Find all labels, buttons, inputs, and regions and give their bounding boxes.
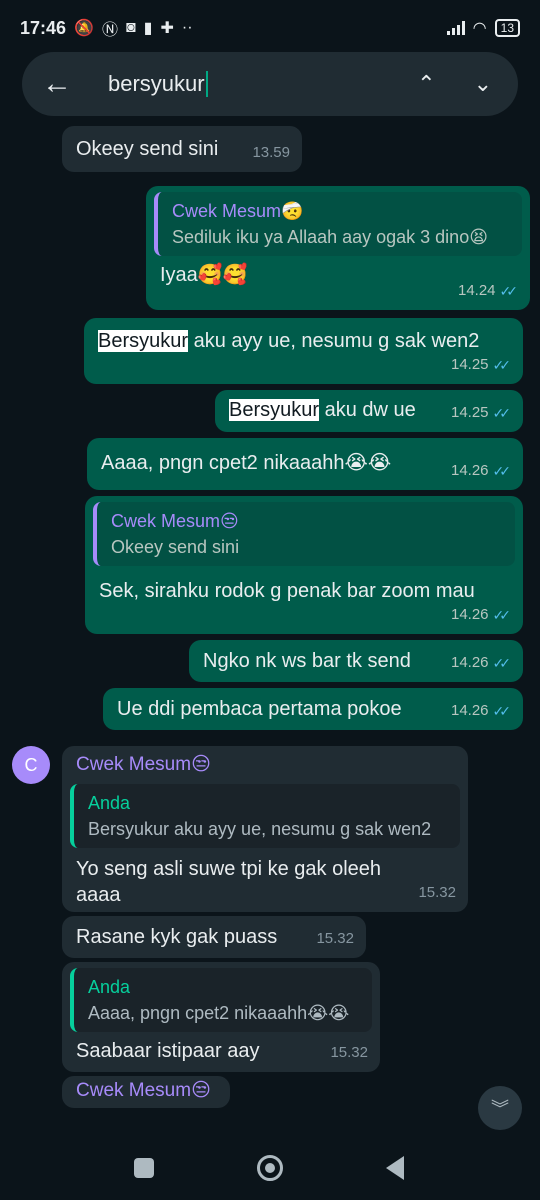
read-ticks-icon: ✓✓ — [492, 357, 512, 373]
quote-text: Sediluk iku ya Allaah aay ogak 3 dino😫 — [172, 227, 488, 247]
avatar[interactable]: C — [12, 746, 50, 784]
message-incoming[interactable]: Okeey send sini 13.59 — [62, 126, 302, 172]
message-time: 13.59 — [252, 144, 290, 161]
message-outgoing[interactable]: Cwek Mesum😒 Okeey send sini Sek, sirahku… — [85, 496, 523, 634]
message-time: 14.25 — [450, 404, 489, 421]
message-outgoing[interactable]: Bersyukur aku dw ue 14.25 ✓✓ — [215, 390, 523, 432]
quote-text: Okeey send sini — [111, 537, 240, 557]
quote-sender: Cwek Mesum🤕 — [172, 201, 304, 221]
more-icon: ·· — [181, 19, 193, 36]
message-time: 14.26 — [450, 462, 489, 479]
file-icon: ▮ — [143, 20, 153, 37]
sender-name: Cwek Mesum😒 — [76, 754, 211, 775]
quote-sender: Anda — [88, 977, 131, 997]
quote-sender: Cwek Mesum😒 — [111, 511, 239, 531]
status-time: 17:46 — [20, 17, 67, 38]
message-incoming[interactable]: Rasane kyk gak puass 15.32 — [62, 916, 366, 958]
message-incoming[interactable]: Cwek Mesum😒 Anda Bersyukur aku ayy ue, n… — [62, 746, 468, 912]
search-input[interactable]: bersyukur — [108, 71, 208, 97]
back-arrow-icon[interactable]: ← — [42, 67, 82, 101]
message-outgoing[interactable]: Cwek Mesum🤕 Sediluk iku ya Allaah aay og… — [146, 186, 530, 310]
quoted-message[interactable]: Anda Bersyukur aku ayy ue, nesumu g sak … — [70, 784, 460, 848]
chevron-up-icon[interactable]: ⌃ — [417, 71, 435, 97]
read-ticks-icon: ✓✓ — [492, 655, 512, 671]
message-text: aaaa — [76, 884, 121, 906]
message-time: 14.26 — [450, 702, 489, 719]
message-outgoing[interactable]: Bersyukur aku ayy ue, nesumu g sak wen2 … — [84, 318, 523, 384]
message-text: Ngko nk ws bar tk send — [203, 650, 411, 672]
battery-indicator: 13 — [494, 19, 520, 37]
message-incoming[interactable]: Anda Aaaa, pngn cpet2 nikaaahh😭😭 Saabaar… — [62, 962, 380, 1072]
instagram-icon: ◙ — [125, 19, 136, 36]
message-time: 15.32 — [330, 1044, 368, 1061]
system-nav-bar — [0, 1136, 540, 1200]
nfc-icon: Ⓝ — [101, 22, 118, 39]
chevron-down-icon[interactable]: ⌄ — [474, 71, 492, 97]
message-time: 15.32 — [418, 884, 456, 901]
mute-bell-icon: 🔕 — [74, 20, 94, 37]
home-button[interactable] — [257, 1155, 283, 1181]
message-text: aku ayy ue, nesumu g sak wen2 — [188, 330, 480, 352]
message-incoming[interactable]: Cwek Mesum😒 — [62, 1076, 230, 1108]
quote-text: Aaaa, pngn cpet2 nikaaahh😭😭 — [88, 1003, 350, 1023]
chat-area: Okeey send sini 13.59 Cwek Mesum🤕 Sedilu… — [0, 120, 540, 1136]
message-outgoing[interactable]: Aaaa, pngn cpet2 nikaaahh😭😭 14.26 ✓✓ — [87, 438, 523, 490]
message-time: 14.26 — [450, 654, 489, 671]
search-bar: ← bersyukur ⌃ ⌄ — [22, 52, 518, 116]
status-bar: 17:46 🔕 Ⓝ ◙ ▮ ✚ ·· ◠ 13 — [0, 0, 540, 56]
message-outgoing[interactable]: Ngko nk ws bar tk send 14.26 ✓✓ — [189, 640, 523, 682]
scroll-to-bottom-button[interactable]: ︾ — [478, 1086, 522, 1130]
message-text: aku dw ue — [319, 399, 416, 421]
search-highlight: Bersyukur — [98, 330, 189, 352]
message-time: 14.25 — [450, 356, 489, 373]
wifi-icon: ◠ — [472, 20, 487, 37]
search-highlight: Bersyukur — [229, 399, 320, 421]
signal-icon — [446, 21, 465, 35]
quoted-message[interactable]: Cwek Mesum🤕 Sediluk iku ya Allaah aay og… — [154, 192, 522, 256]
recents-button[interactable] — [134, 1158, 154, 1178]
message-outgoing[interactable]: Ue ddi pembaca pertama pokoe 14.26 ✓✓ — [103, 688, 523, 730]
battery-saver-icon: ✚ — [160, 20, 174, 37]
quote-sender: Anda — [88, 793, 131, 813]
sender-name: Cwek Mesum😒 — [76, 1080, 211, 1101]
message-time: 14.26 — [450, 606, 489, 623]
message-time: 15.32 — [316, 930, 354, 947]
read-ticks-icon: ✓✓ — [492, 405, 512, 421]
message-text: Rasane kyk gak puass — [76, 926, 278, 948]
read-ticks-icon: ✓✓ — [492, 607, 512, 623]
message-time: 14.24 — [457, 282, 496, 299]
quote-text: Bersyukur aku ayy ue, nesumu g sak wen2 — [88, 819, 432, 839]
message-text: Aaaa, pngn cpet2 nikaaahh😭😭 — [101, 452, 392, 474]
message-text: Sek, sirahku rodok g penak bar zoom mau — [99, 580, 475, 602]
read-ticks-icon: ✓✓ — [499, 283, 519, 299]
read-ticks-icon: ✓✓ — [492, 703, 512, 719]
quoted-message[interactable]: Anda Aaaa, pngn cpet2 nikaaahh😭😭 — [70, 968, 372, 1032]
message-text: Saabaar istipaar aay — [76, 1040, 260, 1062]
message-text: Yo seng asli suwe tpi ke gak oleeh — [76, 858, 382, 880]
message-text: Okeey send sini — [76, 138, 219, 160]
read-ticks-icon: ✓✓ — [492, 463, 512, 479]
message-text: Ue ddi pembaca pertama pokoe — [117, 698, 402, 720]
back-button[interactable] — [386, 1156, 404, 1180]
quoted-message[interactable]: Cwek Mesum😒 Okeey send sini — [93, 502, 515, 566]
